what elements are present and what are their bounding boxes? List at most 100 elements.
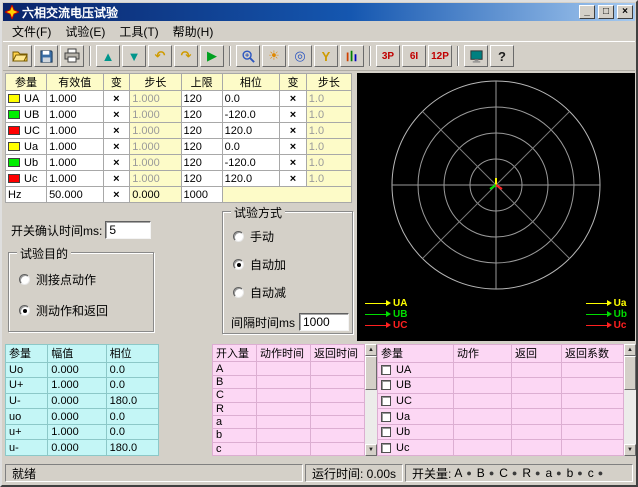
undo-button[interactable]: ↶ (148, 45, 172, 67)
vary-toggle-cell[interactable]: × (103, 187, 130, 203)
scroll-down-button[interactable]: ▼ (624, 444, 636, 456)
vary-toggle-cell[interactable]: × (103, 171, 130, 187)
phase-value-cell[interactable]: 120.0 (222, 171, 279, 187)
limit-value-cell[interactable]: 120 (181, 155, 222, 171)
phase-vary-toggle-cell[interactable]: × (280, 155, 307, 171)
limit-value-cell[interactable]: 1000 (181, 187, 222, 203)
mode-12p-button[interactable]: 12P (428, 45, 452, 67)
limit-value-cell[interactable]: 120 (181, 139, 222, 155)
step-value-cell[interactable]: 1.000 (130, 123, 181, 139)
radio-action-and-return[interactable]: 测动作和返回 (19, 302, 153, 319)
limit-value-cell[interactable]: 120 (181, 171, 222, 187)
help-button[interactable]: ? (490, 45, 514, 67)
phase-step-value-cell[interactable]: 1.0 (306, 107, 351, 123)
minimize-button[interactable]: _ (579, 5, 595, 19)
device-button[interactable] (464, 45, 488, 67)
phase-step-value-cell[interactable]: 1.0 (306, 139, 351, 155)
scroll-track[interactable] (365, 356, 377, 444)
phase-vary-toggle-cell[interactable]: × (280, 139, 307, 155)
phase-vary-toggle-cell[interactable]: × (280, 107, 307, 123)
phase-value-cell[interactable]: -120.0 (222, 107, 279, 123)
phase-vary-toggle-cell[interactable]: × (280, 91, 307, 107)
limit-value-cell[interactable]: 120 (181, 91, 222, 107)
save-button[interactable] (34, 45, 58, 67)
interval-time-input[interactable] (299, 313, 349, 331)
enable-checkbox[interactable] (381, 365, 391, 375)
phase-step-value-cell[interactable]: 1.0 (306, 91, 351, 107)
radio-auto-decrease[interactable]: 自动减 (233, 284, 352, 301)
step-up-button[interactable]: ▲ (96, 45, 120, 67)
menu-help[interactable]: 帮助(H) (166, 21, 221, 42)
scroll-thumb[interactable] (365, 356, 377, 390)
phase-step-value-cell[interactable]: 1.0 (306, 155, 351, 171)
step-value-cell[interactable]: 1.000 (130, 171, 181, 187)
brightness-button[interactable]: ☀ (262, 45, 286, 67)
print-button[interactable] (60, 45, 84, 67)
scroll-down-button[interactable]: ▼ (365, 444, 377, 456)
start-test-button[interactable]: ▶ (200, 45, 224, 67)
scroll-up-button[interactable]: ▲ (624, 344, 636, 356)
scroll-up-button[interactable]: ▲ (365, 344, 377, 356)
menu-test[interactable]: 试验(E) (58, 21, 112, 42)
menu-tools[interactable]: 工具(T) (112, 21, 165, 42)
waveform-view-button[interactable] (340, 45, 364, 67)
rms-value-cell[interactable]: 50.000 (47, 187, 103, 203)
phase-step-value-cell[interactable]: 1.0 (306, 123, 351, 139)
enable-checkbox[interactable] (381, 412, 391, 422)
close-button[interactable]: × (617, 5, 633, 19)
phase-vary-toggle-cell[interactable]: × (280, 123, 307, 139)
legend-item: Uc (586, 320, 627, 331)
rms-value-cell[interactable]: 1.000 (47, 139, 103, 155)
phase-value-cell[interactable]: 0.0 (222, 139, 279, 155)
zoom-button[interactable] (236, 45, 260, 67)
vertical-scrollbar[interactable]: ▲ ▼ (365, 344, 377, 456)
enable-checkbox[interactable] (381, 427, 391, 437)
redo-button[interactable]: ↷ (174, 45, 198, 67)
open-button[interactable] (8, 45, 32, 67)
switch-confirm-time-input[interactable] (105, 221, 151, 239)
step-value-cell[interactable]: 0.000 (130, 187, 181, 203)
vary-toggle-cell[interactable]: × (103, 123, 130, 139)
vector-view-button[interactable]: Y (314, 45, 338, 67)
maximize-button[interactable]: □ (598, 5, 614, 19)
rms-value-cell[interactable]: 1.000 (47, 123, 103, 139)
step-value-cell[interactable]: 1.000 (130, 139, 181, 155)
scroll-track[interactable] (624, 356, 636, 444)
switch-confirm-time-label: 开关确认时间ms: (11, 222, 102, 239)
phase-value-cell[interactable]: 0.0 (222, 91, 279, 107)
phase-value-cell[interactable]: -120.0 (222, 155, 279, 171)
rms-value-cell[interactable]: 1.000 (47, 107, 103, 123)
circle-scale-button[interactable]: ◎ (288, 45, 312, 67)
table-row: C (213, 389, 365, 402)
rms-value-cell[interactable]: 1.000 (47, 91, 103, 107)
vary-toggle-cell[interactable]: × (103, 155, 130, 171)
mode-6i-button[interactable]: 6I (402, 45, 426, 67)
rms-value-cell[interactable]: 1.000 (47, 171, 103, 187)
mode-3p-button[interactable]: 3P (376, 45, 400, 67)
limit-value-cell[interactable]: 120 (181, 107, 222, 123)
menu-file[interactable]: 文件(F) (5, 21, 58, 42)
rms-value-cell[interactable]: 1.000 (47, 155, 103, 171)
step-value-cell[interactable]: 1.000 (130, 91, 181, 107)
radio-manual[interactable]: 手动 (233, 228, 352, 245)
phase-step-value-cell[interactable]: 1.0 (306, 171, 351, 187)
step-down-button[interactable]: ▼ (122, 45, 146, 67)
vary-toggle-cell[interactable]: × (103, 91, 130, 107)
enable-checkbox[interactable] (381, 443, 391, 453)
enable-checkbox[interactable] (381, 396, 391, 406)
step-value-cell[interactable]: 1.000 (130, 107, 181, 123)
limit-value-cell[interactable]: 120 (181, 123, 222, 139)
vertical-scrollbar[interactable]: ▲ ▼ (624, 344, 636, 456)
vary-toggle-cell[interactable]: × (103, 107, 130, 123)
seq-name-cell: U+ (6, 378, 48, 394)
radio-auto-increase[interactable]: 自动加 (233, 256, 352, 273)
enable-checkbox[interactable] (381, 380, 391, 390)
step-value-cell[interactable]: 1.000 (130, 155, 181, 171)
phase-vary-toggle-cell[interactable]: × (280, 171, 307, 187)
table-row: Ub (378, 424, 624, 440)
vary-toggle-cell[interactable]: × (103, 139, 130, 155)
phase-color-swatch (8, 126, 20, 135)
radio-contact-action[interactable]: 测接点动作 (19, 271, 153, 288)
phase-value-cell[interactable]: 120.0 (222, 123, 279, 139)
scroll-thumb[interactable] (624, 356, 636, 390)
